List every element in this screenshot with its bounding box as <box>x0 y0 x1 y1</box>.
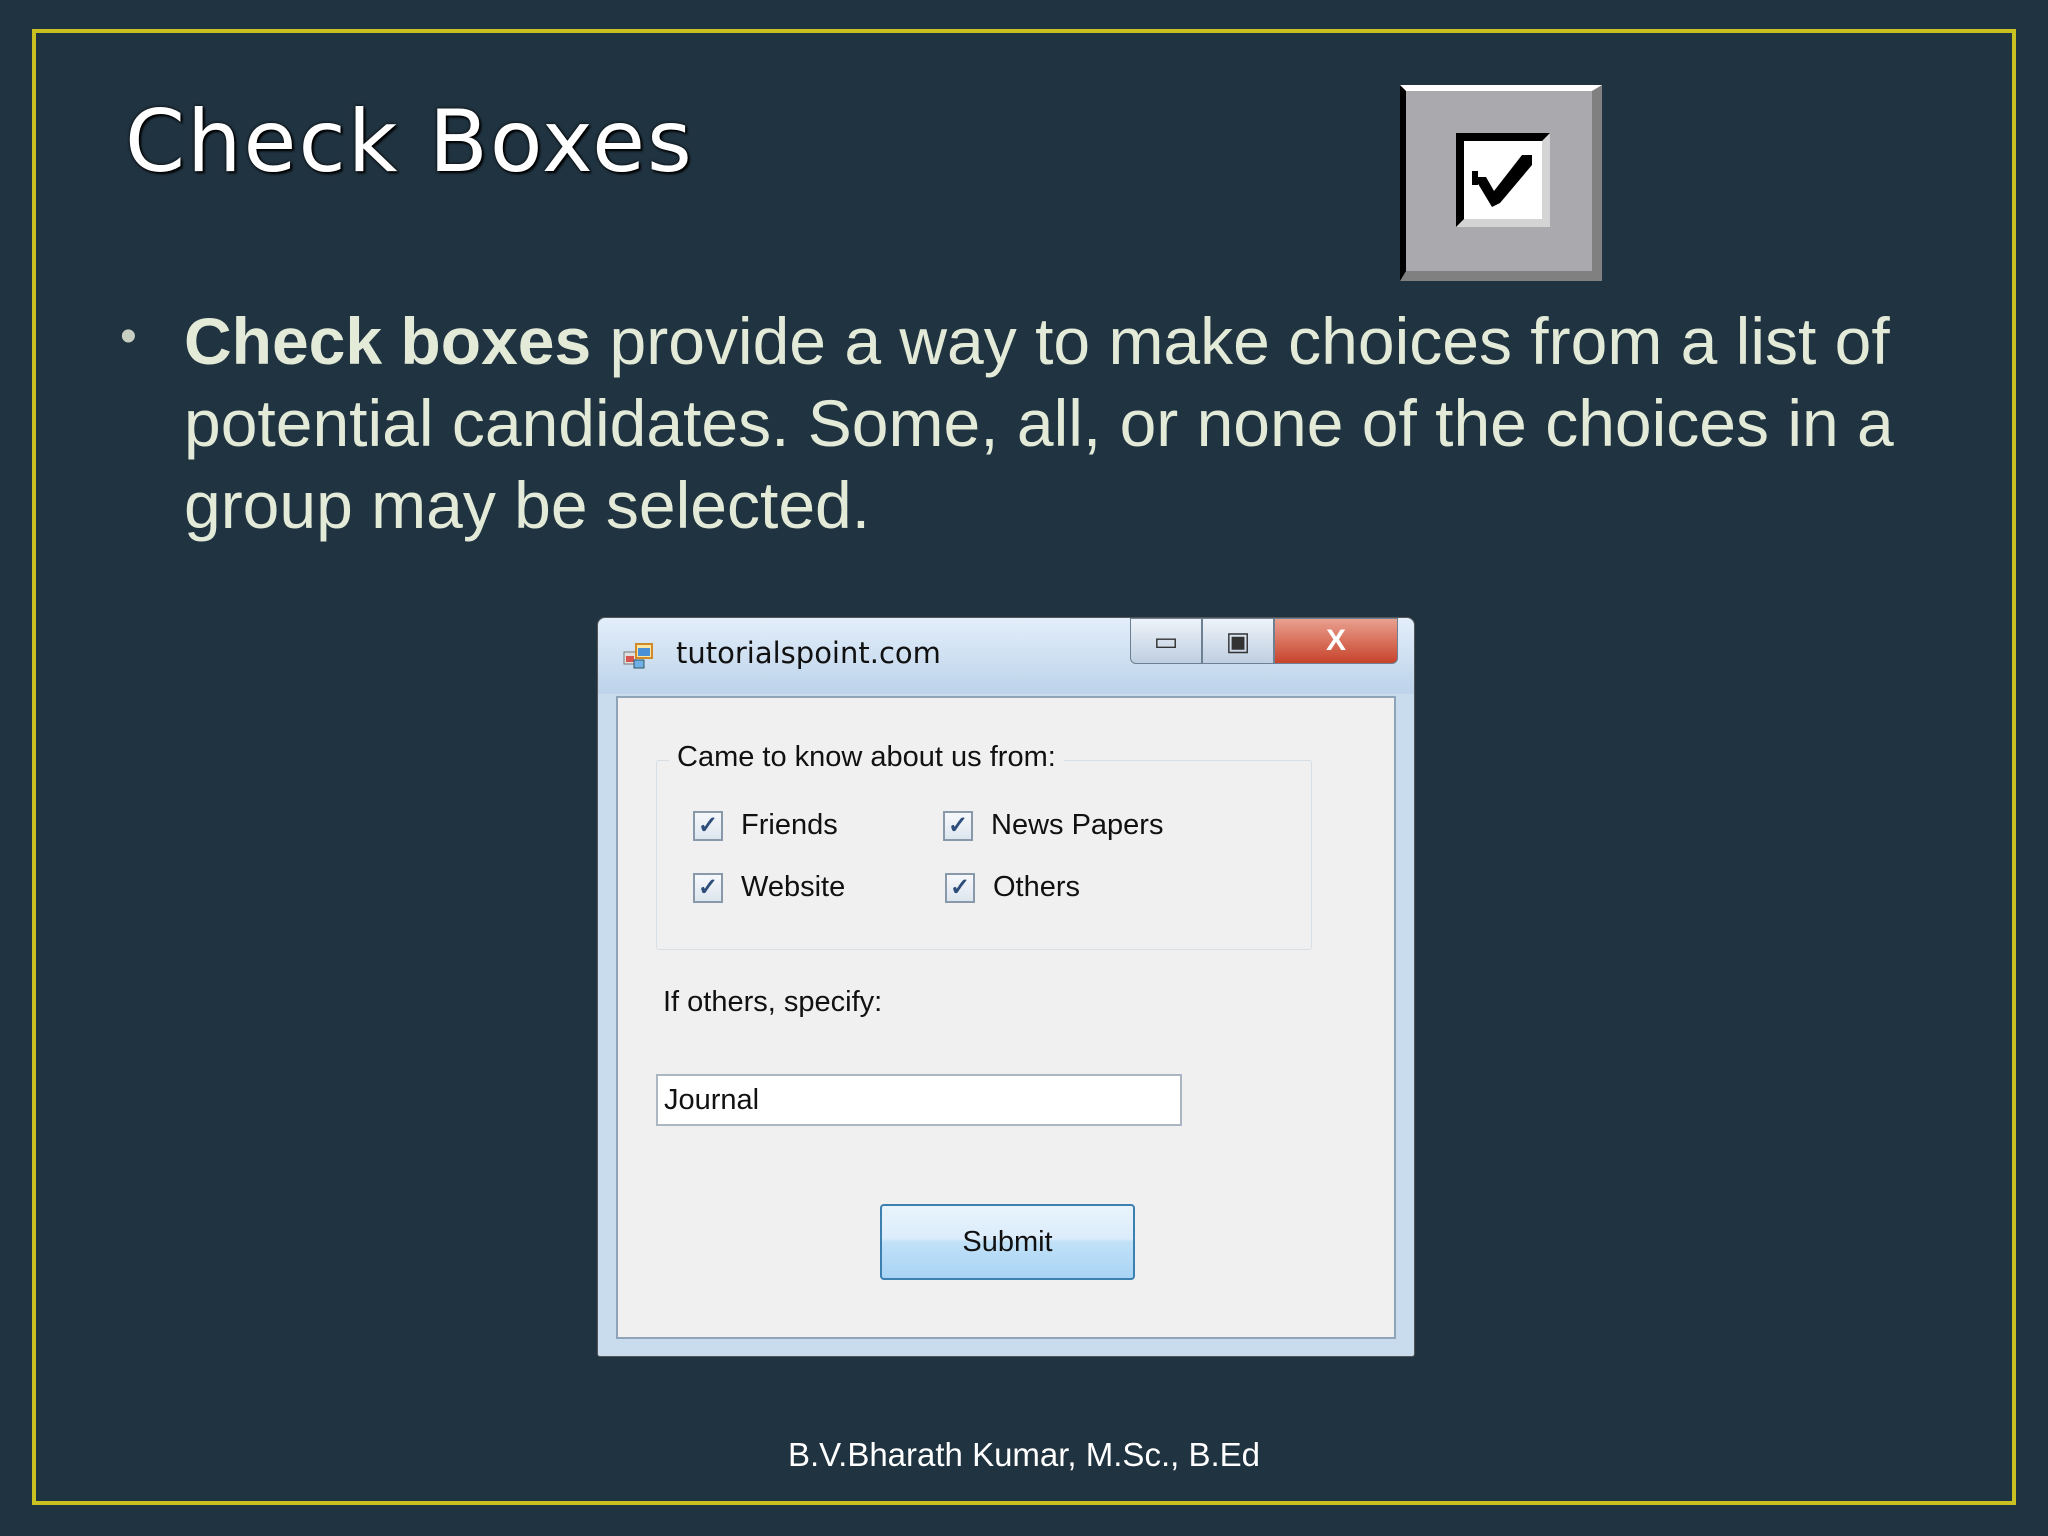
window-controls: ▭ ▣ X <box>1130 618 1398 668</box>
checkbox-website[interactable]: ✓ Website <box>693 871 845 904</box>
source-groupbox: Came to know about us from: ✓ Friends ✓ … <box>656 741 1312 950</box>
slide-title: Check Boxes <box>125 92 694 192</box>
bullet-dot: • <box>120 310 137 363</box>
checkbox-news-papers-label: News Papers <box>991 809 1164 841</box>
groupbox-label: Came to know about us from: <box>669 741 1064 774</box>
specify-input[interactable] <box>656 1074 1182 1126</box>
checkbox-icon-inner <box>1456 133 1550 227</box>
app-icon <box>623 643 653 669</box>
checkbox-friends-box[interactable]: ✓ <box>693 810 723 841</box>
slide-footer: B.V.Bharath Kumar, M.Sc., B.Ed <box>787 1436 1260 1473</box>
checkbox-website-box[interactable]: ✓ <box>693 872 723 903</box>
checkbox-friends[interactable]: ✓ Friends <box>693 809 838 842</box>
specify-label: If others, specify: <box>663 986 883 1018</box>
checkbox-website-label: Website <box>741 871 846 903</box>
minimize-button[interactable]: ▭ <box>1130 618 1202 664</box>
window-title: tutorialspoint.com <box>676 636 941 670</box>
window-titlebar[interactable]: tutorialspoint.com ▭ ▣ X <box>598 618 1414 694</box>
checkbox-news-papers[interactable]: ✓ News Papers <box>943 809 1163 842</box>
app-window: tutorialspoint.com ▭ ▣ X Came to know ab… <box>597 617 1415 1357</box>
checkbox-icon <box>1400 85 1602 281</box>
checkbox-others-box[interactable]: ✓ <box>945 872 975 903</box>
checkbox-others[interactable]: ✓ Others <box>945 871 1080 904</box>
checkbox-others-label: Others <box>993 871 1081 903</box>
window-client-area: Came to know about us from: ✓ Friends ✓ … <box>616 696 1396 1339</box>
submit-button[interactable]: Submit <box>880 1204 1135 1280</box>
bullet-bold-term: Check boxes <box>184 304 592 378</box>
close-button[interactable]: X <box>1274 618 1398 664</box>
bullet-text: Check boxes provide a way to make choice… <box>184 300 2044 546</box>
checkbox-friends-label: Friends <box>741 809 838 841</box>
checkmark-icon <box>1472 155 1532 207</box>
maximize-button[interactable]: ▣ <box>1202 618 1274 664</box>
checkbox-news-papers-box[interactable]: ✓ <box>943 810 973 841</box>
